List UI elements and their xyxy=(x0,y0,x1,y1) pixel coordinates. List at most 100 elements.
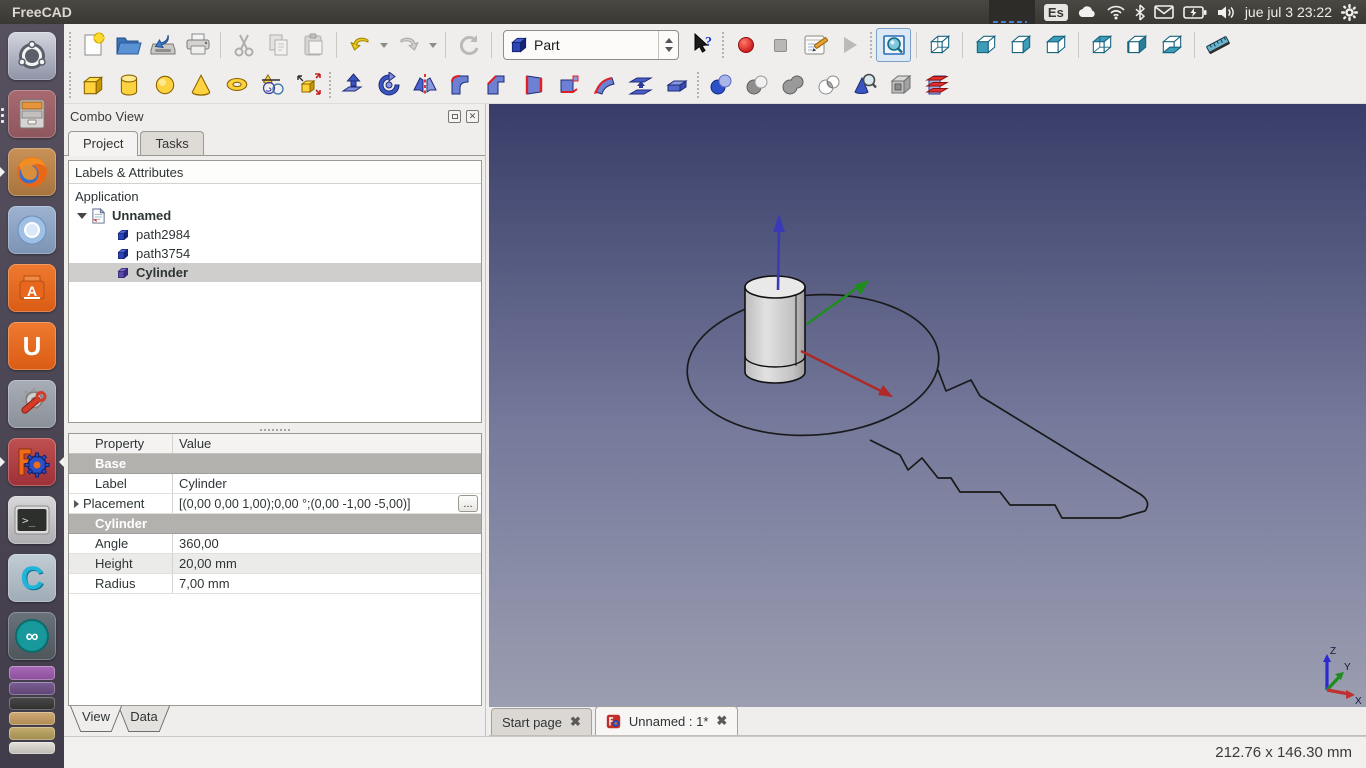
property-group-cylinder[interactable]: Cylinder xyxy=(69,514,481,534)
part-extrude-button[interactable] xyxy=(335,69,371,101)
tab-start-page[interactable]: Start page ✖ xyxy=(491,708,592,735)
axonometric-view-button[interactable] xyxy=(922,28,957,62)
part-box-button[interactable] xyxy=(75,69,111,101)
part-boolean-button[interactable] xyxy=(703,69,739,101)
arduino-button[interactable]: ∞ xyxy=(8,612,56,660)
part-chamfer-button[interactable] xyxy=(479,69,515,101)
system-settings-button[interactable] xyxy=(8,380,56,428)
placement-expander-icon[interactable] xyxy=(74,500,79,508)
stacked-app-paper[interactable] xyxy=(9,742,55,754)
fit-all-button[interactable] xyxy=(876,28,911,62)
bluetooth-icon[interactable] xyxy=(1135,4,1145,21)
dash-home-button[interactable] xyxy=(8,32,56,80)
part-mirror-button[interactable] xyxy=(407,69,443,101)
save-document-button[interactable] xyxy=(145,28,180,62)
macro-edit-button[interactable] xyxy=(798,28,833,62)
stacked-app-folder[interactable] xyxy=(9,727,55,740)
expander-icon[interactable] xyxy=(77,213,87,219)
toolbar-handle[interactable] xyxy=(697,72,699,98)
wifi-icon[interactable] xyxy=(1106,4,1126,20)
stacked-app-purple[interactable] xyxy=(9,682,55,695)
rear-view-button[interactable] xyxy=(1084,28,1119,62)
right-view-button[interactable] xyxy=(1003,28,1038,62)
measure-distance-button[interactable] xyxy=(1200,28,1235,62)
terminal-button[interactable]: >_ xyxy=(8,496,56,544)
front-view-button[interactable] xyxy=(968,28,1003,62)
top-view-button[interactable] xyxy=(1038,28,1073,62)
part-revolve-button[interactable] xyxy=(371,69,407,101)
tree-item-path2984[interactable]: path2984 xyxy=(69,225,481,244)
toolbar-handle[interactable] xyxy=(870,32,872,58)
stacked-app-gimp[interactable] xyxy=(9,697,55,710)
workbench-selector[interactable]: Part xyxy=(503,30,679,60)
c-ide-button[interactable]: C xyxy=(8,554,56,602)
software-center-button[interactable]: A xyxy=(8,264,56,312)
part-cylinder-button[interactable] xyxy=(111,69,147,101)
cylinder-solid[interactable] xyxy=(745,276,805,383)
chromium-button[interactable] xyxy=(8,206,56,254)
part-section-button[interactable] xyxy=(623,69,659,101)
mail-icon[interactable] xyxy=(1154,5,1174,19)
stacked-app-photos[interactable] xyxy=(9,712,55,725)
float-panel-icon[interactable] xyxy=(448,110,461,123)
whats-this-button[interactable]: ? xyxy=(685,28,720,62)
cloud-icon[interactable] xyxy=(1077,4,1097,20)
toolbar-handle[interactable] xyxy=(329,72,331,98)
file-manager-button[interactable] xyxy=(8,90,56,138)
macro-record-button[interactable] xyxy=(728,28,763,62)
left-view-button[interactable] xyxy=(1119,28,1154,62)
clock[interactable]: jue jul 3 23:22 xyxy=(1245,4,1332,20)
tree-root-application[interactable]: Application xyxy=(69,187,481,206)
volume-icon[interactable] xyxy=(1216,5,1236,20)
part-thickness-button[interactable] xyxy=(659,69,695,101)
battery-icon[interactable] xyxy=(1183,6,1207,19)
property-row-height[interactable]: Height 20,00 mm xyxy=(69,554,481,574)
tab-tasks[interactable]: Tasks xyxy=(140,131,203,155)
part-fillet-button[interactable] xyxy=(443,69,479,101)
part-cross-sections-button[interactable] xyxy=(919,69,955,101)
open-document-button[interactable] xyxy=(110,28,145,62)
tab-project[interactable]: Project xyxy=(68,131,138,156)
undo-history-dropdown[interactable] xyxy=(377,30,391,60)
freecad-button[interactable] xyxy=(8,438,56,486)
part-check-geometry-button[interactable] xyxy=(847,69,883,101)
placement-edit-button[interactable]: ... xyxy=(458,495,478,512)
part-cone-button[interactable] xyxy=(183,69,219,101)
undo-button[interactable] xyxy=(342,28,377,62)
property-row-radius[interactable]: Radius 7,00 mm xyxy=(69,574,481,594)
tree-item-path3754[interactable]: path3754 xyxy=(69,244,481,263)
close-tab-icon[interactable]: ✖ xyxy=(570,714,581,730)
tree-item-cylinder-selected[interactable]: Cylinder xyxy=(69,263,481,282)
close-tab-icon[interactable]: ✖ xyxy=(716,713,727,729)
part-loft-button[interactable] xyxy=(551,69,587,101)
part-primitives-button[interactable] xyxy=(255,69,291,101)
property-row-angle[interactable]: Angle 360,00 xyxy=(69,534,481,554)
tab-view[interactable]: View xyxy=(70,706,122,732)
part-torus-button[interactable] xyxy=(219,69,255,101)
part-intersection-button[interactable] xyxy=(811,69,847,101)
close-panel-icon[interactable]: ✕ xyxy=(466,110,479,123)
tab-unnamed-document[interactable]: Unnamed : 1* ✖ xyxy=(595,706,738,735)
toolbar-handle[interactable] xyxy=(69,72,71,98)
new-document-button[interactable] xyxy=(75,28,110,62)
session-gear-icon[interactable] xyxy=(1341,4,1358,21)
tab-data[interactable]: Data xyxy=(118,706,170,732)
3d-viewport[interactable]: Z Y X xyxy=(489,104,1366,707)
keyboard-layout-indicator[interactable]: Es xyxy=(1044,4,1068,21)
property-row-placement[interactable]: Placement [(0,00 0,00 1,00);0,00 °;(0,00… xyxy=(69,494,481,514)
viewport-background[interactable] xyxy=(489,104,1366,707)
ubuntu-one-button[interactable]: U xyxy=(8,322,56,370)
part-shape-builder-button[interactable] xyxy=(291,69,327,101)
part-sphere-button[interactable] xyxy=(147,69,183,101)
part-cut-button[interactable] xyxy=(739,69,775,101)
firefox-button[interactable] xyxy=(8,148,56,196)
part-union-button[interactable] xyxy=(775,69,811,101)
stacked-app-media[interactable] xyxy=(9,666,55,680)
toolbar-handle[interactable] xyxy=(722,32,724,58)
property-row-label[interactable]: Label Cylinder xyxy=(69,474,481,494)
panel-splitter[interactable] xyxy=(68,426,482,433)
cylinder-top-face[interactable] xyxy=(745,276,805,298)
toolbar-handle[interactable] xyxy=(69,32,71,58)
print-button[interactable] xyxy=(180,28,215,62)
property-group-base[interactable]: Base xyxy=(69,454,481,474)
